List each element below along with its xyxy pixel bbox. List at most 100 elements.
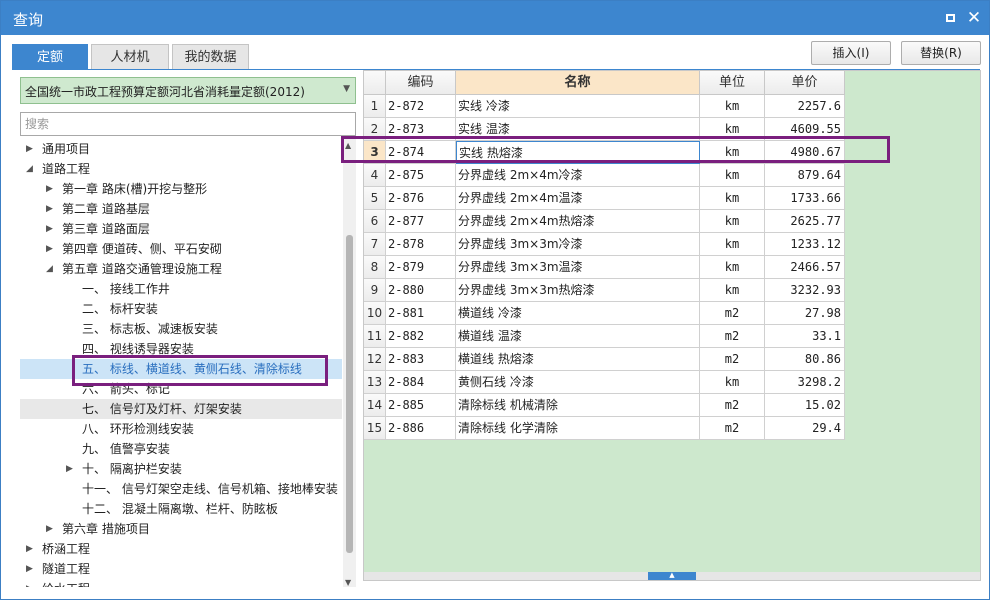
cell-name[interactable]: 分界虚线 3m×3m温漆 bbox=[456, 256, 700, 279]
cell-code[interactable]: 2-884 bbox=[386, 371, 456, 394]
chevron-down-icon[interactable]: ▼ bbox=[343, 84, 350, 94]
tree-node[interactable]: ▶ 第三章 道路面层 bbox=[20, 219, 342, 239]
tree-node[interactable]: 十一、 信号灯架空走线、信号机箱、接地棒安装 bbox=[20, 479, 342, 499]
cell-price[interactable]: 2257.6 bbox=[765, 95, 845, 118]
tree-node[interactable]: 三、 标志板、减速板安装 bbox=[20, 319, 342, 339]
table-row[interactable]: 14 2-885 清除标线 机械清除 m2 15.02 bbox=[364, 394, 845, 417]
cell-code[interactable]: 2-883 bbox=[386, 348, 456, 371]
cell-price[interactable]: 3298.2 bbox=[765, 371, 845, 394]
table-row[interactable]: 11 2-882 横道线 温漆 m2 33.1 bbox=[364, 325, 845, 348]
table-row[interactable]: 1 2-872 实线 冷漆 km 2257.6 bbox=[364, 95, 845, 118]
cell-unit[interactable]: km bbox=[700, 233, 765, 256]
row-number[interactable]: 6 bbox=[364, 210, 386, 233]
row-number[interactable]: 4 bbox=[364, 164, 386, 187]
cell-price[interactable]: 29.4 bbox=[765, 417, 845, 440]
scroll-up-icon[interactable]: ▲ bbox=[345, 141, 351, 150]
tree-node-selected[interactable]: 五、 标线、横道线、黄侧石线、清除标线 bbox=[20, 359, 342, 379]
column-header-name[interactable]: 名称 bbox=[456, 71, 700, 95]
cell-price[interactable]: 80.86 bbox=[765, 348, 845, 371]
cell-price[interactable]: 1733.66 bbox=[765, 187, 845, 210]
cell-code[interactable]: 2-879 bbox=[386, 256, 456, 279]
cell-price[interactable]: 879.64 bbox=[765, 164, 845, 187]
tab-quota[interactable]: 定额 bbox=[12, 44, 88, 69]
row-number[interactable]: 1 bbox=[364, 95, 386, 118]
cell-name[interactable]: 实线 温漆 bbox=[456, 118, 700, 141]
cell-name[interactable]: 分界虚线 2m×4m温漆 bbox=[456, 187, 700, 210]
cell-code[interactable]: 2-885 bbox=[386, 394, 456, 417]
maximize-icon[interactable] bbox=[941, 9, 959, 27]
cell-unit[interactable]: km bbox=[700, 164, 765, 187]
cell-unit[interactable]: km bbox=[700, 187, 765, 210]
cell-price[interactable]: 15.02 bbox=[765, 394, 845, 417]
cell-unit[interactable]: km bbox=[700, 371, 765, 394]
expand-icon[interactable]: ▶ bbox=[46, 179, 56, 199]
tree-node[interactable]: 七、 信号灯及灯杆、灯架安装 bbox=[20, 399, 342, 419]
cell-code[interactable]: 2-873 bbox=[386, 118, 456, 141]
table-row[interactable]: 6 2-877 分界虚线 2m×4m热熔漆 km 2625.77 bbox=[364, 210, 845, 233]
expand-icon[interactable]: ▶ bbox=[26, 139, 36, 159]
quota-library-select[interactable]: 全国统一市政工程预算定额河北省消耗量定额(2012) ▼ bbox=[20, 77, 356, 104]
tree-node[interactable]: ▶ 第二章 道路基层 bbox=[20, 199, 342, 219]
row-number[interactable]: 3 bbox=[364, 141, 386, 164]
cell-name[interactable]: 实线 冷漆 bbox=[456, 95, 700, 118]
cell-name[interactable]: 横道线 温漆 bbox=[456, 325, 700, 348]
expand-icon[interactable]: ▶ bbox=[26, 539, 36, 559]
cell-price[interactable]: 27.98 bbox=[765, 302, 845, 325]
table-row-selected[interactable]: 3 2-874 实线 热熔漆 km 4980.67 bbox=[364, 141, 845, 164]
cell-name[interactable]: 分界虚线 2m×4m冷漆 bbox=[456, 164, 700, 187]
cell-unit[interactable]: km bbox=[700, 118, 765, 141]
cell-name[interactable]: 清除标线 机械清除 bbox=[456, 394, 700, 417]
cell-name[interactable]: 黄侧石线 冷漆 bbox=[456, 371, 700, 394]
row-number[interactable]: 9 bbox=[364, 279, 386, 302]
cell-unit[interactable]: km bbox=[700, 256, 765, 279]
horizontal-scrollbar[interactable]: ▲ bbox=[364, 572, 980, 580]
tree-node[interactable]: ▶ 隧道工程 bbox=[20, 559, 342, 579]
cell-name[interactable]: 横道线 热熔漆 bbox=[456, 348, 700, 371]
expand-icon[interactable]: ▶ bbox=[46, 239, 56, 259]
scrollbar-thumb[interactable] bbox=[346, 235, 353, 553]
table-row[interactable]: 13 2-884 黄侧石线 冷漆 km 3298.2 bbox=[364, 371, 845, 394]
tab-labor-material-machine[interactable]: 人材机 bbox=[91, 44, 169, 69]
table-row[interactable]: 5 2-876 分界虚线 2m×4m温漆 km 1733.66 bbox=[364, 187, 845, 210]
cell-code[interactable]: 2-875 bbox=[386, 164, 456, 187]
cell-name[interactable]: 分界虚线 2m×4m热熔漆 bbox=[456, 210, 700, 233]
row-number[interactable]: 13 bbox=[364, 371, 386, 394]
cell-price[interactable]: 4980.67 bbox=[765, 141, 845, 164]
table-row[interactable]: 7 2-878 分界虚线 3m×3m冷漆 km 1233.12 bbox=[364, 233, 845, 256]
table-row[interactable]: 15 2-886 清除标线 化学清除 m2 29.4 bbox=[364, 417, 845, 440]
cell-unit[interactable]: m2 bbox=[700, 417, 765, 440]
cell-price[interactable]: 3232.93 bbox=[765, 279, 845, 302]
row-number[interactable]: 8 bbox=[364, 256, 386, 279]
row-number[interactable]: 11 bbox=[364, 325, 386, 348]
tree-node[interactable]: ▶ 第四章 便道砖、侧、平石安砌 bbox=[20, 239, 342, 259]
row-number[interactable]: 7 bbox=[364, 233, 386, 256]
row-number[interactable]: 10 bbox=[364, 302, 386, 325]
cell-price[interactable]: 1233.12 bbox=[765, 233, 845, 256]
column-header-code[interactable]: 编码 bbox=[386, 71, 456, 95]
column-header-price[interactable]: 单价 bbox=[765, 71, 845, 95]
table-row[interactable]: 2 2-873 实线 温漆 km 4609.55 bbox=[364, 118, 845, 141]
table-row[interactable]: 12 2-883 横道线 热熔漆 m2 80.86 bbox=[364, 348, 845, 371]
expand-icon[interactable]: ▶ bbox=[66, 459, 76, 479]
expand-icon[interactable]: ▶ bbox=[26, 579, 36, 587]
tree-node[interactable]: ▶ 第六章 措施项目 bbox=[20, 519, 342, 539]
tree-node[interactable]: ▶ 通用项目 bbox=[20, 139, 342, 159]
tree-node[interactable]: 八、 环形检测线安装 bbox=[20, 419, 342, 439]
tab-my-data[interactable]: 我的数据 bbox=[172, 44, 249, 69]
cell-name[interactable]: 分界虚线 3m×3m冷漆 bbox=[456, 233, 700, 256]
cell-name[interactable]: 横道线 冷漆 bbox=[456, 302, 700, 325]
cell-code[interactable]: 2-880 bbox=[386, 279, 456, 302]
cell-price[interactable]: 4609.55 bbox=[765, 118, 845, 141]
cell-unit[interactable]: m2 bbox=[700, 348, 765, 371]
cell-code[interactable]: 2-882 bbox=[386, 325, 456, 348]
cell-name[interactable]: 清除标线 化学清除 bbox=[456, 417, 700, 440]
tree-node[interactable]: 九、 值警亭安装 bbox=[20, 439, 342, 459]
tree-node[interactable]: 六、 箭头、标记 bbox=[20, 379, 342, 399]
cell-code[interactable]: 2-872 bbox=[386, 95, 456, 118]
cell-code[interactable]: 2-886 bbox=[386, 417, 456, 440]
tree-node[interactable]: ◢ 道路工程 bbox=[20, 159, 342, 179]
tree-node[interactable]: 四、 视线诱导器安装 bbox=[20, 339, 342, 359]
cell-code[interactable]: 2-874 bbox=[386, 141, 456, 164]
tree-node[interactable]: ▶ 给水工程 bbox=[20, 579, 342, 587]
row-number[interactable]: 14 bbox=[364, 394, 386, 417]
